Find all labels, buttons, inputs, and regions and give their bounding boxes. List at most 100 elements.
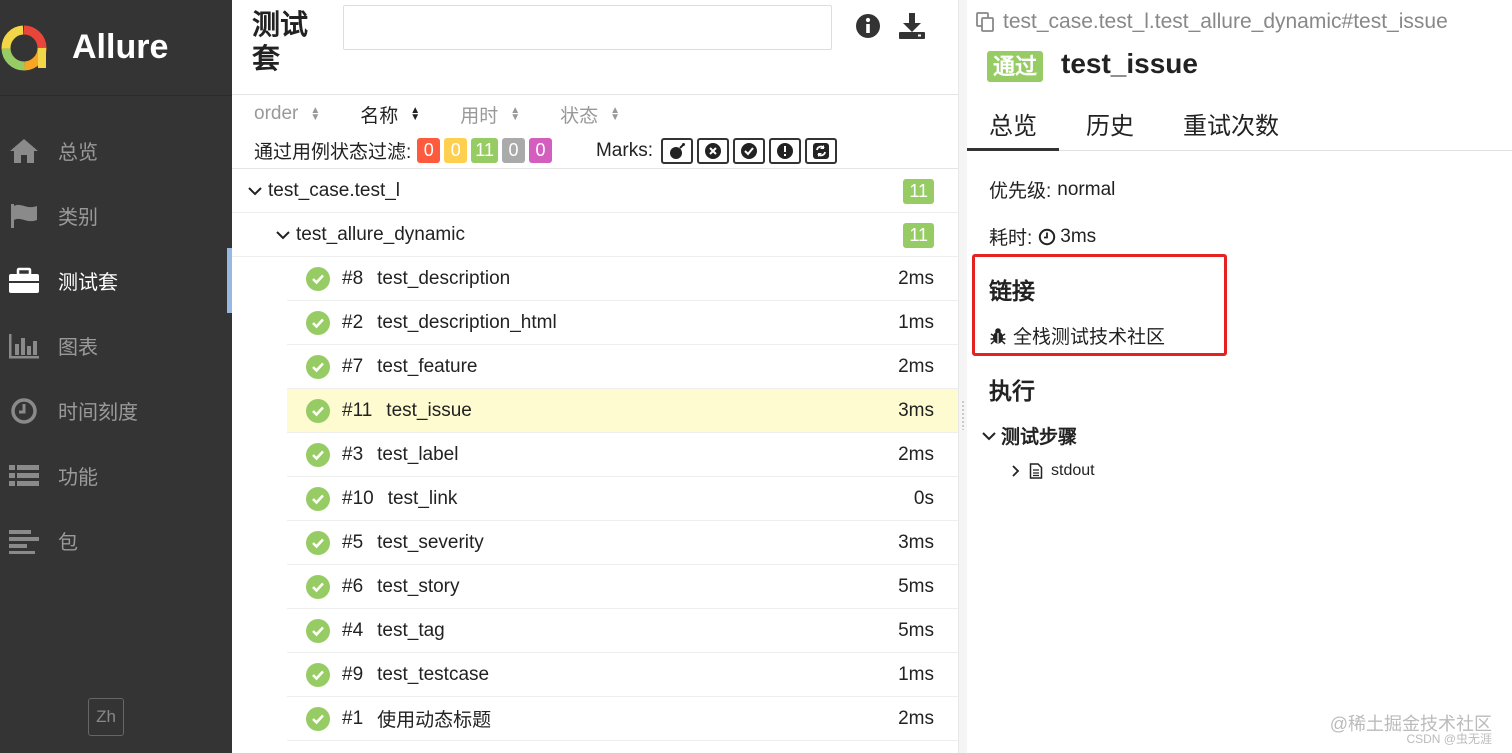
chevron-right-icon <box>1012 465 1020 477</box>
sort-by-duration[interactable]: 用时 ▲ ▼ <box>460 101 520 128</box>
exclamation-circle-icon <box>776 142 793 159</box>
brand[interactable]: Allure <box>0 0 232 96</box>
passed-check-icon <box>306 618 330 643</box>
filter-failed-badge[interactable]: 0 <box>417 138 441 163</box>
case-duration: 2ms <box>898 355 934 377</box>
passed-check-icon <box>306 530 330 555</box>
sort-label: 名称 <box>360 105 399 127</box>
sidebar-item-categories[interactable]: 类别 <box>0 183 232 248</box>
sort-arrows-icon: ▲ ▼ <box>510 105 521 123</box>
group-name: test_case.test_l <box>268 179 401 201</box>
sidebar-nav: 总览 类别 测试套 图表 时间刻度 功能 包 <box>0 118 232 573</box>
case-number: #11 <box>342 399 373 421</box>
test-case-row[interactable]: #2 test_description_html 1ms <box>287 301 958 345</box>
case-duration: 1ms <box>898 663 934 685</box>
filter-unknown-badge[interactable]: 0 <box>528 138 552 163</box>
case-name: 使用动态标题 <box>377 710 492 731</box>
mark-new-passed-button[interactable] <box>732 137 765 164</box>
group-name: test_allure_dynamic <box>296 223 465 245</box>
passed-check-icon <box>306 486 330 511</box>
chevron-down-icon <box>272 224 294 246</box>
severity-value: normal <box>1057 178 1116 200</box>
tab-overview[interactable]: 总览 <box>967 96 1059 151</box>
mark-new-failed-button[interactable] <box>696 137 729 164</box>
passed-check-icon <box>306 706 330 731</box>
attachment-row[interactable]: stdout <box>1011 462 1095 480</box>
filter-passed-badge[interactable]: 11 <box>471 138 498 163</box>
sidebar-item-label: 总览 <box>58 142 98 164</box>
download-icon[interactable] <box>898 12 926 40</box>
filter-broken-badge[interactable]: 0 <box>444 138 468 163</box>
test-case-row[interactable]: #10 test_link 0s <box>287 477 958 521</box>
case-name: test_description <box>377 267 511 289</box>
clock-icon <box>8 395 40 427</box>
mark-flaky-button[interactable] <box>660 137 693 164</box>
case-name: test_feature <box>377 355 478 377</box>
search-input[interactable] <box>343 5 832 50</box>
test-case-row[interactable]: #4 test_tag 5ms <box>287 609 958 653</box>
test-full-path: test_case.test_l.test_allure_dynamic#tes… <box>975 10 1448 34</box>
passed-check-icon <box>306 662 330 687</box>
mark-retries-button[interactable] <box>804 137 837 164</box>
case-number: #8 <box>342 267 364 289</box>
sidebar-item-label: 包 <box>58 532 78 554</box>
test-case-row[interactable]: #9 test_testcase 1ms <box>287 653 958 697</box>
sort-by-order[interactable]: order ▲ ▼ <box>254 103 320 125</box>
sort-label: order <box>254 103 299 124</box>
copy-icon[interactable] <box>975 11 997 33</box>
tab-history[interactable]: 历史 <box>1064 96 1156 151</box>
filter-skipped-badge[interactable]: 0 <box>501 138 525 163</box>
file-text-icon <box>1029 463 1043 479</box>
sort-bar: order ▲ ▼ 名称 ▲ ▼ 用时 ▲ ▼ 状态 ▲ ▼ <box>232 95 958 133</box>
info-icon[interactable] <box>854 12 882 40</box>
case-number: #4 <box>342 619 364 641</box>
execution-section-title: 执行 <box>989 378 1035 404</box>
detail-tabs: 总览 历史 重试次数 <box>967 96 1512 151</box>
home-icon <box>8 135 40 167</box>
severity-label: 优先级: <box>989 181 1052 202</box>
passed-check-icon <box>306 398 330 423</box>
sort-arrows-icon: ▲ ▼ <box>610 105 621 123</box>
case-duration: 2ms <box>898 443 934 465</box>
test-steps-label: 测试步骤 <box>1001 427 1078 448</box>
sidebar-item-behaviors[interactable]: 功能 <box>0 443 232 508</box>
case-number: #5 <box>342 531 364 553</box>
test-case-row[interactable]: #7 test_feature 2ms <box>287 345 958 389</box>
tree-group-row[interactable]: test_allure_dynamic 11 <box>232 213 958 257</box>
test-case-row[interactable]: #1 使用动态标题 2ms <box>287 697 958 741</box>
test-case-row[interactable]: #5 test_severity 3ms <box>287 521 958 565</box>
test-case-row[interactable]: #8 test_description 2ms <box>287 257 958 301</box>
test-case-row[interactable]: #6 test_story 5ms <box>287 565 958 609</box>
align-left-icon <box>8 525 40 557</box>
pane-splitter[interactable] <box>958 0 967 753</box>
case-name: test_link <box>387 487 458 509</box>
language-switch-button[interactable]: Zh <box>88 698 124 736</box>
sidebar-item-packages[interactable]: 包 <box>0 508 232 573</box>
tree-group-row[interactable]: test_case.test_l 11 <box>232 169 958 213</box>
sort-by-status[interactable]: 状态 ▲ ▼ <box>560 101 620 128</box>
test-title: test_issue <box>1061 48 1198 79</box>
chevron-down-icon <box>244 180 266 202</box>
sidebar-item-timeline[interactable]: 时间刻度 <box>0 378 232 443</box>
status-badge: 通过 <box>987 51 1044 82</box>
case-name: test_testcase <box>377 663 490 685</box>
briefcase-icon <box>8 265 40 297</box>
test-case-row-selected[interactable]: #11 test_issue 3ms <box>287 389 958 433</box>
links-section-title: 链接 <box>989 278 1035 304</box>
page-title: 测试套 <box>252 9 309 74</box>
tab-retries[interactable]: 重试次数 <box>1161 96 1301 151</box>
case-duration: 5ms <box>898 619 934 641</box>
sidebar-item-graphs[interactable]: 图表 <box>0 313 232 378</box>
clock-icon <box>1039 228 1056 245</box>
test-steps-toggle[interactable]: 测试步骤 <box>981 422 1077 449</box>
test-case-row[interactable]: #3 test_label 2ms <box>287 433 958 477</box>
issue-link[interactable]: 全栈测试技术社区 <box>989 322 1165 349</box>
sidebar-item-suites[interactable]: 测试套 <box>0 248 232 313</box>
sidebar-item-label: 图表 <box>58 337 98 359</box>
brand-name: Allure <box>72 28 169 66</box>
sidebar-item-overview[interactable]: 总览 <box>0 118 232 183</box>
case-duration: 5ms <box>898 575 934 597</box>
sort-by-name[interactable]: 名称 ▲ ▼ <box>360 101 420 128</box>
case-name: test_description_html <box>377 311 557 333</box>
mark-new-broken-button[interactable] <box>768 137 801 164</box>
